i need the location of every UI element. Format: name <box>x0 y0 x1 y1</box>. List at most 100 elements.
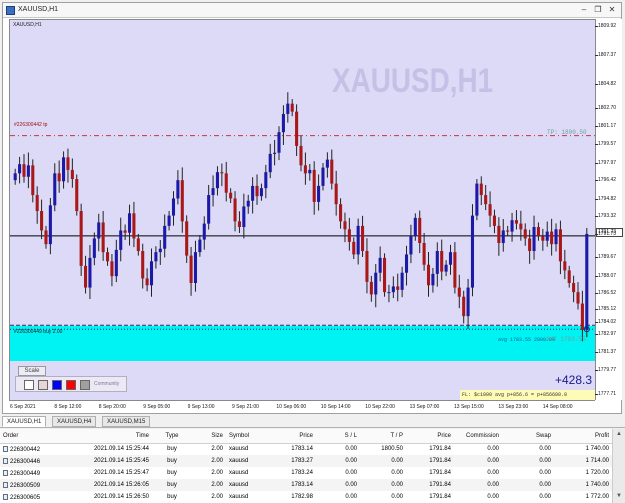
table-row[interactable]: 226300449 2021.09.14 15:25:47 buy 2.00 xauus… <box>0 467 612 479</box>
candle-body <box>585 233 589 330</box>
candle-body <box>84 265 88 288</box>
candle-body <box>229 192 233 199</box>
chart-tab[interactable]: XAUUSD,M15 <box>102 416 151 427</box>
candle-body <box>545 231 549 241</box>
candle-body <box>576 292 580 304</box>
restore-icon[interactable]: ❐ <box>591 4 605 16</box>
table-cell: 0.00 <box>360 491 406 503</box>
table-cell: 2021.09.14 15:26:50 <box>82 491 152 503</box>
swatch-white[interactable] <box>24 380 34 390</box>
orders-table: Order Time Type Size Symbol Price S / LT / P Pr… <box>0 429 612 503</box>
price-tick: 1796.42 <box>594 177 617 184</box>
candle-body <box>211 188 215 196</box>
candle-body <box>295 111 299 146</box>
candle-body <box>303 165 307 174</box>
column-header[interactable]: Order <box>0 429 82 444</box>
vertical-scrollbar[interactable]: ▲ ▼ <box>612 429 625 503</box>
candle-body <box>220 172 224 174</box>
chart-tab[interactable]: XAUUSD,H1 <box>2 416 47 427</box>
minimize-icon[interactable]: – <box>577 4 591 16</box>
candle-body <box>514 220 518 224</box>
candle-body <box>396 286 400 290</box>
swatch-pink[interactable] <box>38 380 48 390</box>
candle-body <box>40 211 44 231</box>
swatch-blue[interactable] <box>52 380 62 390</box>
candle-body <box>193 252 198 284</box>
time-axis[interactable]: 6 Sep 2021 8 Sep 12:00 8 Sep 20:00 9 Sep 05… <box>9 400 595 413</box>
scale-button[interactable]: Scale <box>18 366 46 376</box>
price-tick: 1777.71 <box>594 391 617 397</box>
column-header[interactable]: S / L <box>316 429 360 444</box>
candle-body <box>426 264 431 286</box>
table-cell: 1783.27 <box>268 455 316 467</box>
scroll-up-icon[interactable]: ▲ <box>616 431 622 437</box>
table-cell: 0.00 <box>454 455 502 467</box>
candle-body <box>431 273 435 286</box>
table-cell: 0.00 <box>454 467 502 479</box>
table-row[interactable]: 226300509 2021.09.14 15:26:05 buy 2.00 xauus… <box>0 479 612 491</box>
candle-body <box>127 213 132 233</box>
column-header[interactable]: Profit <box>554 429 612 444</box>
chart-plot-area[interactable]: XAUUSD,H1 XAUUSD,H1 #226300442 tp #22630… <box>9 19 595 400</box>
time-tick: 9 Sep 21:00 <box>232 404 259 410</box>
candle-body <box>334 183 338 205</box>
table-cell: xauusd <box>226 479 268 491</box>
column-header[interactable]: Swap <box>502 429 554 444</box>
scroll-down-icon[interactable]: ▼ <box>616 493 622 499</box>
time-tick: 8 Sep 20:00 <box>98 404 126 410</box>
price-tick: 1789.67 <box>594 254 617 261</box>
table-cell: buy <box>152 491 192 503</box>
order-icon <box>3 493 8 500</box>
close-icon[interactable]: ✕ <box>605 4 619 16</box>
candle-body <box>62 157 66 182</box>
chart-window-title: XAUUSD,H1 <box>18 6 59 13</box>
column-header[interactable]: Size <box>192 429 226 444</box>
price-tick: 1784.02 <box>594 318 617 325</box>
table-row[interactable]: 226300442 2021.09.14 15:25:44 buy 2.00 xauus… <box>0 443 612 455</box>
table-cell: 0.00 <box>316 455 360 467</box>
column-header[interactable]: Price <box>268 429 316 444</box>
candle-body <box>312 169 316 202</box>
table-cell: 2.00 <box>192 491 226 503</box>
column-header[interactable]: Symbol <box>226 429 268 444</box>
table-cell: 0.00 <box>502 491 554 503</box>
candle-body <box>440 251 444 272</box>
candle-body <box>273 152 277 154</box>
table-cell: 2.00 <box>192 479 226 491</box>
swatch-gray[interactable] <box>80 380 90 390</box>
column-header[interactable]: Time <box>82 429 152 444</box>
candle-body <box>119 230 123 250</box>
chart-tab[interactable]: XAUUSD,H4 <box>52 416 97 427</box>
candle-body <box>365 251 369 282</box>
table-cell: 1791.84 <box>406 443 454 455</box>
column-header[interactable]: Price <box>406 429 454 444</box>
candle-body <box>532 227 536 252</box>
candle-body <box>281 113 285 133</box>
column-header[interactable]: Commission <box>454 429 502 444</box>
table-cell: 0.00 <box>454 491 502 503</box>
swatch-red[interactable] <box>66 380 76 390</box>
candle-body <box>554 229 558 245</box>
candle-body <box>330 159 334 184</box>
candle-body <box>18 164 22 174</box>
price-tick: 1802.70 <box>594 105 617 112</box>
candle-body <box>466 287 470 317</box>
price-tick: 1793.32 <box>594 212 617 219</box>
column-header[interactable]: Type <box>152 429 192 444</box>
candle-body <box>510 220 514 232</box>
table-row[interactable]: 226300605 2021.09.14 15:26:50 buy 2.00 xauus… <box>0 491 612 503</box>
chart-titlebar[interactable]: XAUUSD,H1 – ❐ ✕ <box>3 3 621 18</box>
table-cell: 1783.14 <box>268 443 316 455</box>
candle-body <box>492 215 497 226</box>
table-cell: 226300449 <box>0 467 82 479</box>
candle-body <box>215 172 219 189</box>
table-cell: 2021.09.14 15:25:47 <box>82 467 152 479</box>
table-cell: xauusd <box>226 491 268 503</box>
table-cell: 0.00 <box>316 443 360 455</box>
table-cell: 2021.09.14 15:25:45 <box>82 455 152 467</box>
candle-body <box>185 221 189 256</box>
table-row[interactable]: 226300446 2021.09.14 15:25:45 buy 2.00 xauus… <box>0 455 612 467</box>
price-axis[interactable]: 1791.73 1809.92 1807.37 1804.82 1802.70 1801… <box>594 19 623 400</box>
column-header[interactable]: T / P <box>360 429 406 444</box>
candle-body <box>558 229 562 262</box>
